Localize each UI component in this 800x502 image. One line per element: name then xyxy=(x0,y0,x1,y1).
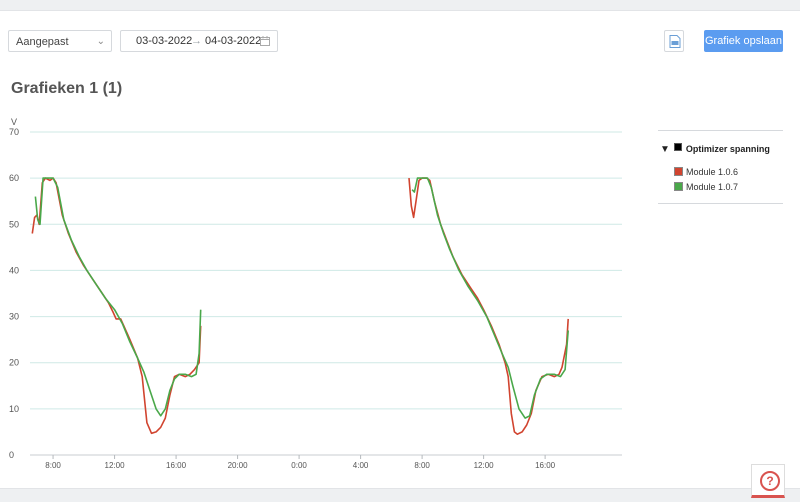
y-axis-label: V xyxy=(11,117,17,127)
arrow-right-icon: → xyxy=(191,35,202,47)
bottom-bar xyxy=(0,488,800,502)
x-tick-label: 16:00 xyxy=(535,461,556,470)
x-tick-label: 0:00 xyxy=(291,461,307,470)
date-from[interactable]: 03-03-2022 xyxy=(136,31,192,51)
y-tick-label: 20 xyxy=(9,358,19,368)
chart-legend: ▼ Optimizer spanning Module 1.0.6 Module … xyxy=(658,130,783,204)
y-tick-label: 30 xyxy=(9,312,19,322)
x-tick-label: 12:00 xyxy=(105,461,126,470)
collapse-chevron-icon[interactable]: ▼ xyxy=(660,144,670,155)
y-tick-label: 0 xyxy=(9,450,14,460)
y-tick-label: 40 xyxy=(9,265,19,275)
chart-series xyxy=(31,177,569,435)
period-select-value: Aangepast xyxy=(16,36,69,48)
help-button[interactable]: ? xyxy=(751,464,785,498)
date-to[interactable]: 04-03-2022 xyxy=(205,31,261,51)
question-icon: ? xyxy=(760,471,780,491)
series-line-module-1-0-7[interactable] xyxy=(411,177,569,419)
legend-swatch xyxy=(674,167,683,176)
x-tick-label: 8:00 xyxy=(414,461,430,470)
legend-item-module-1-0-7[interactable]: Module 1.0.7 xyxy=(674,182,738,192)
y-tick-label: 50 xyxy=(9,219,19,229)
x-tick-label: 20:00 xyxy=(228,461,249,470)
y-tick-label: 10 xyxy=(9,404,19,414)
x-tick-label: 16:00 xyxy=(166,461,187,470)
y-tick-label: 70 xyxy=(9,127,19,137)
chevron-down-icon: ⌄ xyxy=(96,36,105,47)
top-bar xyxy=(0,0,800,11)
file-icon xyxy=(669,35,681,48)
legend-swatch xyxy=(674,182,683,191)
x-tick-label: 12:00 xyxy=(474,461,495,470)
period-select[interactable]: Aangepast ⌄ xyxy=(8,30,112,52)
y-tick-label: 60 xyxy=(9,173,19,183)
legend-group[interactable]: ▼ Optimizer spanning xyxy=(660,143,770,155)
save-chart-button[interactable]: Grafiek opslaan xyxy=(704,30,783,52)
series-line-module-1-0-6[interactable] xyxy=(408,177,569,435)
legend-group-label: Optimizer spanning xyxy=(685,144,770,154)
x-tick-label: 4:00 xyxy=(353,461,369,470)
page-title: Grafieken 1 (1) xyxy=(11,80,123,97)
legend-group-checkbox[interactable] xyxy=(673,143,682,151)
series-line-module-1-0-6[interactable] xyxy=(31,177,202,435)
legend-item-module-1-0-6[interactable]: Module 1.0.6 xyxy=(674,167,738,177)
x-axis: 8:00 12:00 16:00 20:00 0:00 4:00 8:00 12:00 16:0… xyxy=(45,455,556,470)
series-line-module-1-0-7[interactable] xyxy=(34,177,202,417)
date-range-picker[interactable]: 03-03-2022 → 04-03-2022 xyxy=(120,30,278,52)
voltage-chart[interactable]: V 0 10 20 30 40 50 60 70 8:00 12:00 16:00 20:00 0:0… xyxy=(0,110,640,475)
y-axis-ticks: 0 10 20 30 40 50 60 70 xyxy=(9,127,19,460)
legend-item-label: Module 1.0.6 xyxy=(686,167,739,177)
x-tick-label: 8:00 xyxy=(45,461,61,470)
legend-item-label: Module 1.0.7 xyxy=(686,182,739,192)
export-csv-button[interactable] xyxy=(664,30,684,52)
calendar-icon xyxy=(260,36,270,46)
